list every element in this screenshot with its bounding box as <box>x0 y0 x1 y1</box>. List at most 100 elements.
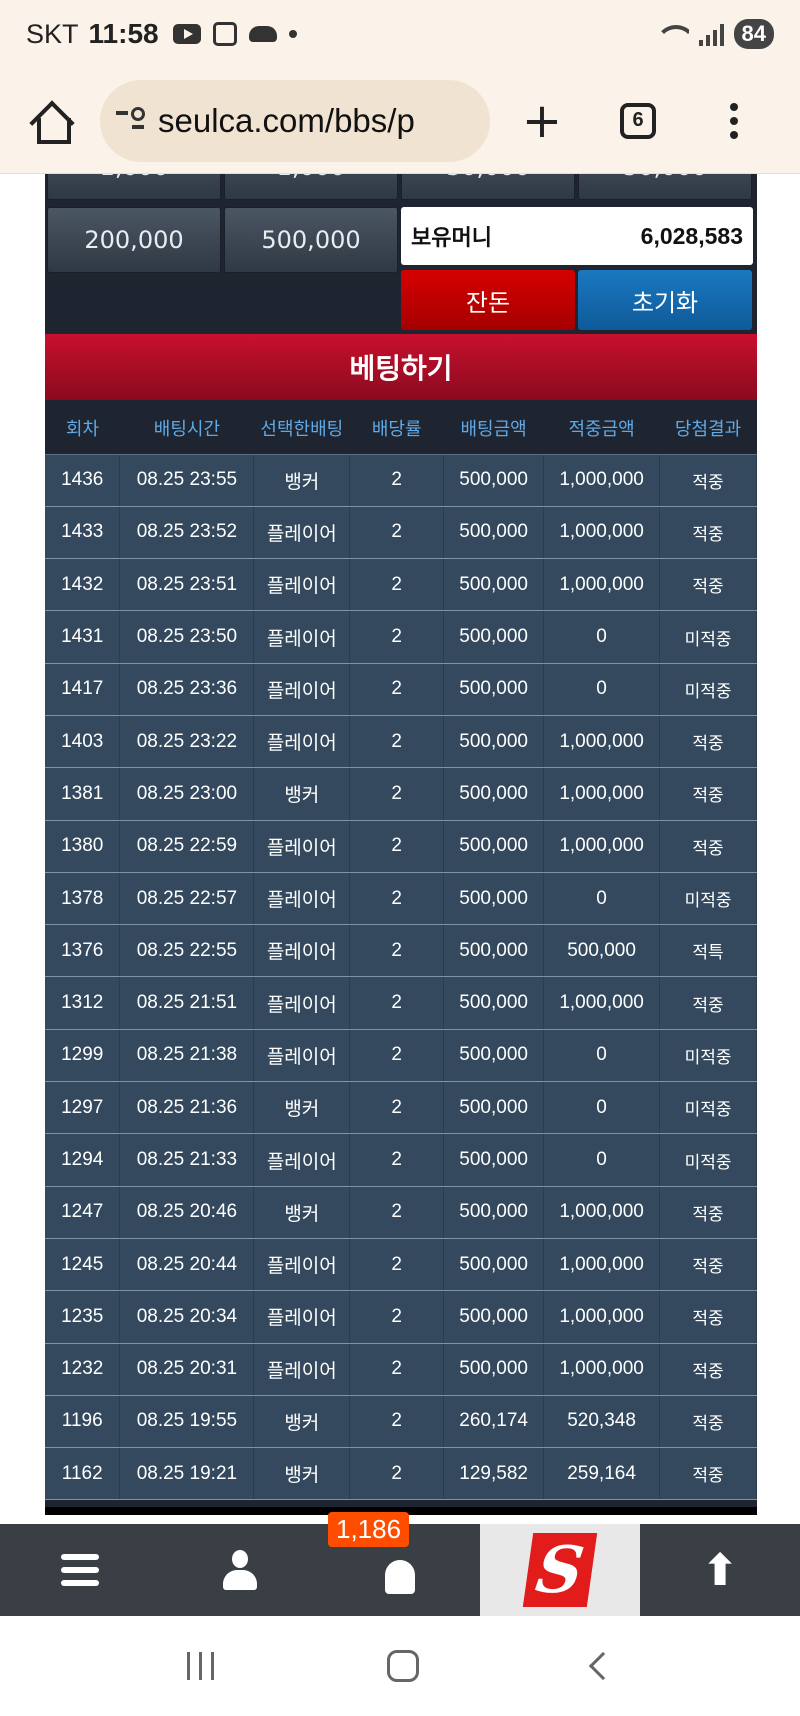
bet-time-cell: 08.25 23:55 <box>119 454 255 507</box>
profile-button[interactable] <box>160 1524 320 1616</box>
chip-button[interactable]: 1,000 <box>224 174 398 200</box>
bet-amount-cell: 500,000 <box>443 1081 545 1135</box>
selection-cell: 플레이어 <box>253 1029 351 1083</box>
bet-amount-cell: 500,000 <box>443 715 545 769</box>
result-cell: 적특 <box>659 924 757 978</box>
selection-cell: 플레이어 <box>253 820 351 873</box>
selection-cell: 플레이어 <box>253 872 351 926</box>
address-bar[interactable]: seulca.com/bbs/p <box>100 79 490 162</box>
bet-time-cell: 08.25 21:33 <box>119 1133 255 1187</box>
scroll-top-button[interactable]: ⬆ <box>640 1524 800 1616</box>
table-row: 1376 08.25 22:55 플레이어 2 500,000 500,000 적특 <box>45 924 757 978</box>
more-notifications-dot-icon <box>288 30 297 38</box>
table-row: 1378 08.25 22:57 플레이어 2 500,000 0 미적중 <box>45 872 757 926</box>
result-cell: 적중 <box>659 558 757 612</box>
scan-icon <box>212 22 237 46</box>
win-amount-cell: 1,000,000 <box>543 454 661 507</box>
result-cell: 적중 <box>659 1447 757 1501</box>
tab-switcher-button[interactable]: 6 <box>590 71 686 171</box>
bet-time-cell: 08.25 22:59 <box>119 820 255 873</box>
odds-cell: 2 <box>349 1029 445 1083</box>
notification-icons <box>172 22 297 46</box>
win-amount-cell: 500,000 <box>543 924 661 978</box>
bet-time-cell: 08.25 20:46 <box>119 1186 255 1239</box>
result-cell: 적중 <box>659 1238 757 1292</box>
bet-amount-cell: 500,000 <box>443 976 545 1030</box>
system-home-button[interactable] <box>387 1650 420 1682</box>
win-amount-cell: 0 <box>543 1029 661 1083</box>
chip-button[interactable]: 50,000 <box>578 174 752 200</box>
win-amount-cell: 1,000,000 <box>543 715 661 769</box>
browser-menu-button[interactable] <box>686 71 782 171</box>
odds-cell: 2 <box>349 1238 445 1292</box>
selection-cell: 뱅커 <box>253 767 351 821</box>
url-text[interactable]: seulca.com/bbs/p <box>158 102 415 140</box>
system-back-button[interactable] <box>588 1651 618 1681</box>
col-header-result: 당첨결과 <box>659 402 757 455</box>
odds-cell: 2 <box>349 558 445 612</box>
round-cell: 1433 <box>45 506 121 560</box>
bet-time-cell: 08.25 19:21 <box>119 1447 255 1501</box>
selection-cell: 플레이어 <box>253 715 351 769</box>
bell-icon <box>385 1560 415 1594</box>
result-cell: 적중 <box>659 976 757 1030</box>
site-settings-icon[interactable] <box>116 106 148 135</box>
odds-cell: 2 <box>349 976 445 1030</box>
win-amount-cell: 259,164 <box>543 1447 661 1501</box>
bet-amount-cell: 500,000 <box>443 1186 545 1239</box>
bet-amount-cell: 500,000 <box>443 1290 545 1344</box>
result-cell: 미적중 <box>659 1081 757 1135</box>
remaining-button[interactable]: 잔돈 <box>401 270 575 330</box>
menu-button[interactable] <box>0 1524 160 1616</box>
balance-value: 6,028,583 <box>640 222 743 249</box>
result-cell: 미적중 <box>659 663 757 716</box>
selection-cell: 플레이어 <box>253 1133 351 1187</box>
chip-button[interactable]: 1,000 <box>47 174 221 200</box>
reset-button[interactable]: 초기화 <box>578 270 752 330</box>
plus-icon: + <box>521 92 563 149</box>
bet-time-cell: 08.25 23:36 <box>119 663 255 716</box>
bet-history-table: 회차 배팅시간 선택한배팅 배당률 배팅금액 적중금액 당첨결과 1436 08.… <box>45 402 757 1501</box>
round-cell: 1299 <box>45 1029 121 1083</box>
recent-apps-button[interactable] <box>186 1652 214 1680</box>
chip-200000-button[interactable]: 200,000 <box>47 207 221 273</box>
battery-indicator: 84 <box>733 19 774 49</box>
result-cell: 적중 <box>659 767 757 821</box>
table-row: 1403 08.25 23:22 플레이어 2 500,000 1,000,000 적중 <box>45 715 757 769</box>
site-logo-button[interactable]: S <box>480 1524 640 1616</box>
bet-amount-cell: 500,000 <box>443 454 545 507</box>
round-cell: 1436 <box>45 454 121 507</box>
chip-button[interactable]: 30,000 <box>401 174 575 200</box>
bet-time-cell: 08.25 20:44 <box>119 1238 255 1292</box>
bet-amount-cell: 500,000 <box>443 558 545 612</box>
round-cell: 1196 <box>45 1395 121 1449</box>
table-row: 1245 08.25 20:44 플레이어 2 500,000 1,000,000 적중 <box>45 1238 757 1292</box>
chip-500000-button[interactable]: 500,000 <box>224 207 398 273</box>
round-cell: 1381 <box>45 767 121 821</box>
odds-cell: 2 <box>349 1081 445 1135</box>
selection-cell: 플레이어 <box>253 1290 351 1344</box>
bet-time-cell: 08.25 23:50 <box>119 610 255 664</box>
selection-cell: 플레이어 <box>253 506 351 560</box>
win-amount-cell: 1,000,000 <box>543 976 661 1030</box>
home-button[interactable] <box>0 71 100 171</box>
selection-cell: 뱅커 <box>253 1395 351 1449</box>
selection-cell: 뱅커 <box>253 1186 351 1239</box>
table-row: 1417 08.25 23:36 플레이어 2 500,000 0 미적중 <box>45 663 757 716</box>
tab-count: 6 <box>620 102 656 139</box>
result-cell: 적중 <box>659 1186 757 1239</box>
win-amount-cell: 1,000,000 <box>543 1186 661 1239</box>
selection-cell: 플레이어 <box>253 610 351 664</box>
more-vert-icon <box>730 102 738 139</box>
win-amount-cell: 1,000,000 <box>543 820 661 873</box>
cloud-icon <box>248 26 277 42</box>
round-cell: 1378 <box>45 872 121 926</box>
bet-button[interactable]: 베팅하기 <box>45 334 757 400</box>
table-row: 1436 08.25 23:55 뱅커 2 500,000 1,000,000 적중 <box>45 454 757 507</box>
result-cell: 적중 <box>659 506 757 560</box>
result-cell: 적중 <box>659 1395 757 1449</box>
new-tab-button[interactable]: + <box>494 71 590 171</box>
carrier-label: SKT <box>26 18 79 49</box>
browser-toolbar: seulca.com/bbs/p + 6 <box>0 68 800 174</box>
notifications-button[interactable]: 1,186 <box>320 1512 480 1616</box>
